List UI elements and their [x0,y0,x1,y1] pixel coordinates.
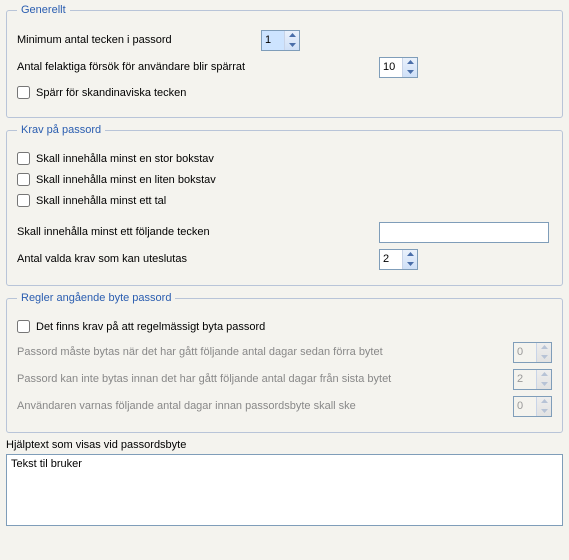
general-legend: Generellt [17,4,70,16]
req-upper-label: Skall innehålla minst en stor bokstav [36,153,214,165]
min-chars-spinner[interactable] [261,30,300,51]
scandi-block-checkbox[interactable] [17,86,30,99]
req-lower-checkbox[interactable] [17,173,30,186]
req-lower-label: Skall innehålla minst en liten bokstav [36,174,216,186]
req-exclude-label: Antal valda krav som kan uteslutas [17,253,379,265]
chevron-up-icon[interactable] [403,250,417,260]
warn-days-spinner [513,396,552,417]
change-rules-group: Regler angående byte passord Det finns k… [6,292,563,433]
requirements-group: Krav på passord Skall innehålla minst en… [6,124,563,286]
require-change-checkbox[interactable] [17,320,30,333]
fail-attempts-spinner[interactable] [379,57,418,78]
req-digit-label: Skall innehålla minst ett tal [36,195,166,207]
help-text-block: Hjälptext som visas vid passordsbyte [6,439,563,529]
require-change-label: Det finns krav på att regelmässigt byta … [36,321,265,333]
general-group: Generellt Minimum antal tecken i passord… [6,4,563,118]
max-days-label: Passord måste bytas när det har gått föl… [17,346,383,358]
chevron-up-icon [537,343,551,353]
help-text-label: Hjälptext som visas vid passordsbyte [6,439,563,451]
min-chars-input[interactable] [262,31,284,50]
fail-attempts-label: Antal felaktiga försök för användare bli… [17,61,379,73]
fail-attempts-input[interactable] [380,58,402,77]
requirements-legend: Krav på passord [17,124,105,136]
chevron-down-icon [537,352,551,362]
req-exclude-input[interactable] [380,250,402,269]
change-rules-legend: Regler angående byte passord [17,292,175,304]
scandi-block-label: Spärr för skandinaviska tecken [36,87,186,99]
chevron-up-icon[interactable] [403,58,417,68]
min-chars-label: Minimum antal tecken i passord [17,34,261,46]
req-special-input[interactable] [379,222,549,243]
chevron-down-icon [537,406,551,416]
req-exclude-spinner[interactable] [379,249,418,270]
min-days-spinner [513,369,552,390]
req-special-label: Skall innehålla minst ett följande tecke… [17,226,379,238]
req-upper-checkbox[interactable] [17,152,30,165]
max-days-input [514,343,536,362]
chevron-up-icon [537,397,551,407]
min-days-label: Passord kan inte bytas innan det har gåt… [17,373,391,385]
warn-days-input [514,397,536,416]
chevron-up-icon [537,370,551,380]
chevron-down-icon [537,379,551,389]
min-days-input [514,370,536,389]
chevron-down-icon[interactable] [285,40,299,50]
chevron-down-icon[interactable] [403,259,417,269]
chevron-down-icon[interactable] [403,67,417,77]
chevron-up-icon[interactable] [285,31,299,41]
warn-days-label: Användaren varnas följande antal dagar i… [17,400,356,412]
max-days-spinner [513,342,552,363]
help-text-input[interactable] [6,454,563,526]
req-digit-checkbox[interactable] [17,194,30,207]
